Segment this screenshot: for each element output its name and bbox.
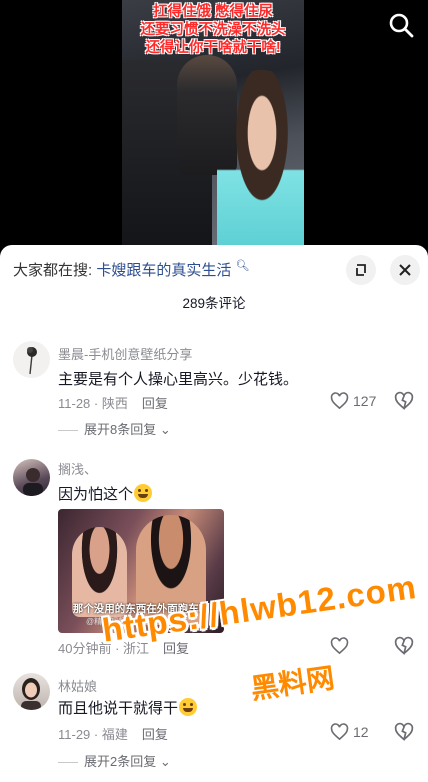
comment-meta: 11-29 · 福建 回复 [58,724,168,743]
avatar[interactable] [13,341,50,378]
broken-heart-icon [394,391,414,411]
comment-image[interactable]: 那个没用的东西在外面跑车呢 @精彩视频... [58,509,224,633]
video-area[interactable]: 扛得住饿 憋得住尿 还要习惯不洗澡不洗头 还得让你干啥就干啥! [0,0,428,245]
image-watermark: @精彩视频... [86,617,133,626]
search-keyword-link[interactable]: 卡嫂跟车的真实生活 [96,262,231,279]
comment-count: 289条评论 [182,296,246,311]
expand-replies-link[interactable]: 展开8条回复 ⌄ [58,419,171,438]
comment-meta: 11-28 · 陕西 回复 [58,393,168,412]
search-prefix: 大家都在搜: [13,262,93,279]
search-small-icon: 🔍︎ [235,260,250,272]
grinning-sweat-emoji-icon [179,698,198,716]
comment-text: 因为怕这个 [58,483,153,504]
comment-username[interactable]: 林姑娘 [58,676,97,695]
expand-button[interactable] [346,255,376,285]
video-caption: 扛得住饿 憋得住尿 还要习惯不洗澡不洗头 还得让你干啥就干啥! [122,3,304,57]
like-button[interactable]: 12 [330,722,369,742]
woman-figure [217,70,304,245]
close-icon [399,264,411,276]
divider-line [58,430,78,432]
caption-line-3: 还得让你干啥就干啥! [145,40,281,56]
broken-heart-icon [394,636,414,656]
heart-icon [330,637,349,655]
chevron-down-icon: ⌄ [156,754,171,769]
comment-text: 主要是有个人操心里高兴。少花钱。 [58,371,299,388]
dislike-button[interactable] [394,636,414,656]
comment-text: 而且他说干就得干 [58,697,198,718]
like-count: 127 [353,393,377,409]
broken-heart-icon [394,722,414,742]
like-button[interactable] [330,636,353,656]
comment-date-location: 40分钟前 · 浙江 [58,641,150,656]
comment-username[interactable]: 墨晨-手机创意壁纸分享 [58,344,192,363]
comment-text-body: 因为怕这个 [58,486,134,503]
like-count: 12 [353,724,369,740]
caption-line-2: 还要习惯不洗澡不洗头 [140,22,286,38]
chevron-down-icon: ⌄ [156,422,171,437]
suggested-search[interactable]: 大家都在搜: 卡嫂跟车的真实生活 🔍︎ [13,259,250,280]
heart-icon [330,392,349,410]
comment-date-location: 11-29 · 福建 [58,727,128,742]
comment-meta: 40分钟前 · 浙江 回复 [58,638,189,657]
comment-date-location: 11-28 · 陕西 [58,396,128,411]
close-button[interactable] [390,255,420,285]
expand-replies-label: 展开2条回复 [84,754,157,769]
caption-line-1: 扛得住饿 憋得住尿 [152,4,274,20]
avatar[interactable] [13,459,50,496]
dislike-button[interactable] [394,391,414,411]
comment-username[interactable]: 搁浅、 [58,459,97,478]
dislike-button[interactable] [394,722,414,742]
reply-button[interactable]: 回复 [163,641,189,656]
image-subtitle: 那个没用的东西在外面跑车呢 [72,603,210,615]
comment-text-body: 而且他说干就得干 [58,700,179,717]
search-icon[interactable] [388,12,414,38]
divider-line [58,762,78,764]
reply-button[interactable]: 回复 [142,727,168,742]
like-button[interactable]: 127 [330,391,376,411]
avatar[interactable] [13,673,50,710]
comments-sheet: 大家都在搜: 卡嫂跟车的真实生活 🔍︎ 289条评论 墨晨-手机创意壁纸分享 主… [0,245,428,782]
grinning-sweat-emoji-icon [134,484,153,502]
expand-replies-link[interactable]: 展开2条回复 ⌄ [58,751,171,770]
expand-icon [356,264,366,276]
heart-icon [330,723,349,741]
reply-button[interactable]: 回复 [142,396,168,411]
expand-replies-label: 展开8条回复 [84,422,157,437]
